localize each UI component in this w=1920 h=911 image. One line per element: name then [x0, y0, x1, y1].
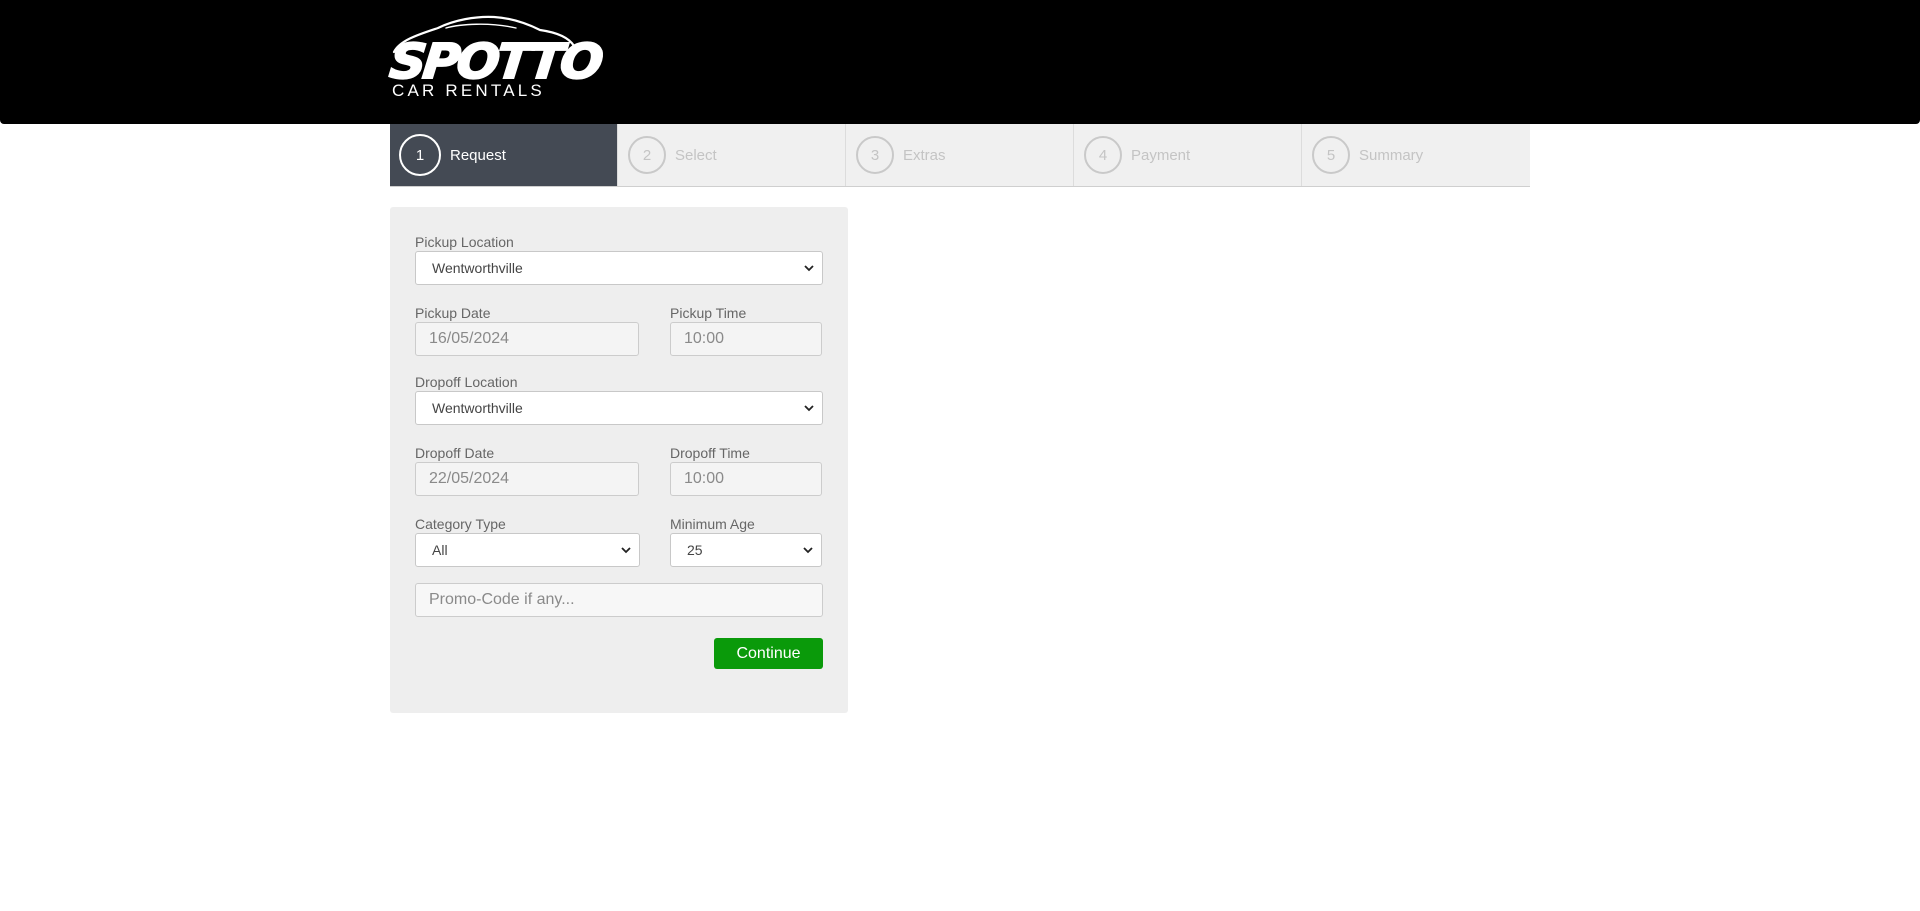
- step-label: Payment: [1131, 146, 1191, 164]
- step-label: Summary: [1359, 146, 1424, 164]
- dropoff-date-label: Dropoff Date: [415, 445, 495, 461]
- pickup-location-select[interactable]: Wentworthville: [415, 251, 823, 285]
- step-number: 4: [1084, 136, 1122, 174]
- step-payment[interactable]: 4 Payment: [1074, 124, 1302, 186]
- step-label: Select: [675, 146, 717, 164]
- pickup-location-value: Wentworthville: [432, 260, 523, 276]
- step-number: 1: [399, 134, 441, 176]
- dropoff-location-value: Wentworthville: [432, 400, 523, 416]
- booking-request-form: Pickup Location Wentworthville Pickup Da…: [390, 207, 848, 713]
- step-request[interactable]: 1 Request: [390, 124, 618, 186]
- spotto-logo[interactable]: SPOTTO CAR RENTALS: [386, 14, 604, 104]
- promo-code-placeholder: Promo-Code if any...: [429, 591, 575, 608]
- pickup-location-label: Pickup Location: [415, 234, 514, 250]
- chevron-down-icon: [804, 405, 814, 412]
- chevron-down-icon: [804, 265, 814, 272]
- step-label: Extras: [903, 146, 946, 164]
- category-type-value: All: [432, 542, 448, 558]
- pickup-time-label: Pickup Time: [670, 305, 747, 321]
- promo-code-input[interactable]: Promo-Code if any...: [415, 583, 823, 617]
- pickup-time-value: 10:00: [684, 330, 725, 347]
- minimum-age-select[interactable]: 25: [670, 533, 822, 567]
- continue-button[interactable]: Continue: [714, 638, 823, 669]
- step-select[interactable]: 2 Select: [618, 124, 846, 186]
- step-number: 3: [856, 136, 894, 174]
- dropoff-date-input[interactable]: 22/05/2024: [415, 462, 639, 496]
- pickup-date-value: 16/05/2024: [429, 330, 510, 347]
- pickup-time-input[interactable]: 10:00: [670, 322, 822, 356]
- dropoff-location-label: Dropoff Location: [415, 374, 518, 390]
- booking-steps: 1 Request 2 Select 3 Extras 4 Payment 5 …: [390, 124, 1530, 187]
- minimum-age-value: 25: [687, 542, 703, 558]
- step-number: 5: [1312, 136, 1350, 174]
- step-number: 2: [628, 136, 666, 174]
- dropoff-location-select[interactable]: Wentworthville: [415, 391, 823, 425]
- category-type-select[interactable]: All: [415, 533, 640, 567]
- dropoff-time-label: Dropoff Time: [670, 445, 750, 461]
- chevron-down-icon: [621, 547, 631, 554]
- step-extras[interactable]: 3 Extras: [846, 124, 1074, 186]
- pickup-date-label: Pickup Date: [415, 305, 491, 321]
- step-summary[interactable]: 5 Summary: [1302, 124, 1530, 186]
- step-label: Request: [450, 146, 506, 164]
- site-header: SPOTTO CAR RENTALS: [0, 0, 1920, 124]
- dropoff-date-value: 22/05/2024: [429, 470, 510, 487]
- pickup-date-input[interactable]: 16/05/2024: [415, 322, 639, 356]
- chevron-down-icon: [803, 547, 813, 554]
- dropoff-time-input[interactable]: 10:00: [670, 462, 822, 496]
- minimum-age-label: Minimum Age: [670, 516, 755, 532]
- dropoff-time-value: 10:00: [684, 470, 725, 487]
- category-type-label: Category Type: [415, 516, 506, 532]
- logo-wordmark: SPOTTO: [386, 33, 604, 91]
- logo-tagline: CAR RENTALS: [392, 81, 545, 100]
